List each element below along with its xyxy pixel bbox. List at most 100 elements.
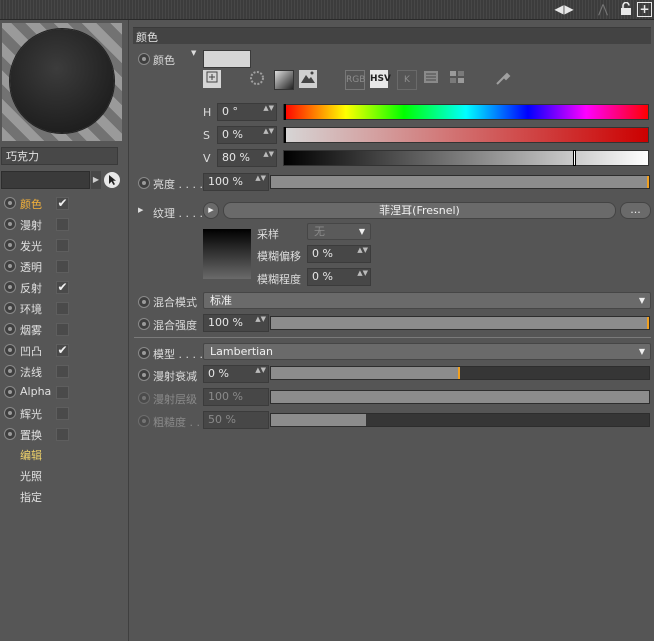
brightness-animate-radio-icon[interactable] bbox=[138, 177, 150, 189]
channel-animate-radio-icon[interactable] bbox=[4, 302, 16, 314]
hue-slider[interactable] bbox=[283, 104, 649, 120]
channel-item[interactable]: 颜色 ✔ bbox=[0, 193, 128, 214]
channel-item[interactable]: 透明 bbox=[0, 256, 128, 277]
pointer-pick-icon[interactable] bbox=[104, 172, 120, 188]
channel-item[interactable]: 发光 bbox=[0, 235, 128, 256]
spectrum-icon[interactable] bbox=[248, 70, 266, 88]
image-icon[interactable] bbox=[299, 70, 317, 88]
up-arrow-icon[interactable]: ⋀ bbox=[596, 2, 610, 16]
color-wheel-tool-icon[interactable] bbox=[203, 70, 221, 88]
channel-search-field[interactable] bbox=[1, 171, 90, 189]
brightness-slider-handle[interactable] bbox=[647, 176, 649, 188]
channel-animate-radio-icon[interactable] bbox=[4, 218, 16, 230]
channel-enable-checkbox[interactable] bbox=[56, 428, 69, 441]
channel-animate-radio-icon[interactable] bbox=[4, 281, 16, 293]
channel-animate-radio-icon[interactable] bbox=[4, 344, 16, 356]
diffuse-falloff-animate-radio-icon[interactable] bbox=[138, 369, 150, 381]
channel-enable-checkbox[interactable] bbox=[56, 302, 69, 315]
model-animate-radio-icon[interactable] bbox=[138, 347, 150, 359]
diffuse-falloff-slider-handle[interactable] bbox=[458, 367, 460, 379]
mix-mode-dropdown[interactable]: 标准 ▼ bbox=[203, 292, 651, 309]
texture-menu-arrow-button[interactable]: ▶ bbox=[203, 202, 219, 219]
channel-animate-radio-icon[interactable] bbox=[4, 407, 16, 419]
color-dropdown-caret-icon[interactable]: ▼ bbox=[191, 49, 196, 57]
saturation-spinner-icon[interactable]: ▲▼ bbox=[263, 127, 274, 135]
channel-enable-checkbox[interactable] bbox=[56, 239, 69, 252]
brightness-spinner-icon[interactable]: ▲▼ bbox=[255, 174, 266, 182]
diffuse-falloff-spinner-icon[interactable]: ▲▼ bbox=[255, 366, 266, 374]
value-slider-handle[interactable] bbox=[573, 150, 577, 166]
mix-strength-field[interactable]: 100 % ▲▼ bbox=[203, 314, 269, 332]
channel-enable-checkbox[interactable]: ✔ bbox=[56, 344, 69, 357]
sidebar-subitem[interactable]: 光照 bbox=[20, 468, 42, 484]
sidebar-subitem[interactable]: 编辑 bbox=[20, 447, 42, 463]
channel-animate-radio-icon[interactable] bbox=[4, 365, 16, 377]
lock-icon[interactable] bbox=[620, 1, 632, 16]
blur-offset-field[interactable]: 0 % ▲▼ bbox=[307, 245, 371, 263]
forward-arrow-icon[interactable]: ▶ bbox=[564, 2, 574, 16]
sidebar-subitem[interactable]: 指定 bbox=[20, 489, 42, 505]
texture-expand-arrow-icon[interactable]: ▶ bbox=[138, 206, 143, 214]
channel-item[interactable]: 置换 bbox=[0, 424, 128, 445]
color-swatch[interactable] bbox=[203, 50, 251, 68]
saturation-slider[interactable] bbox=[283, 127, 649, 143]
texture-more-button[interactable]: ... bbox=[620, 202, 651, 219]
channel-enable-checkbox[interactable] bbox=[56, 323, 69, 336]
diffuse-falloff-slider[interactable] bbox=[270, 366, 650, 380]
channel-enable-checkbox[interactable] bbox=[56, 365, 69, 378]
eyedropper-icon[interactable] bbox=[494, 70, 512, 88]
channel-enable-checkbox[interactable] bbox=[56, 407, 69, 420]
channel-item[interactable]: 反射 ✔ bbox=[0, 277, 128, 298]
saturation-slider-handle[interactable] bbox=[284, 127, 286, 143]
expand-arrow-icon[interactable]: ▶ bbox=[91, 171, 101, 189]
material-preview[interactable] bbox=[2, 23, 122, 141]
back-arrow-icon[interactable]: ◀ bbox=[554, 2, 564, 16]
channel-item[interactable]: 漫射 bbox=[0, 214, 128, 235]
channel-item[interactable]: Alpha bbox=[0, 382, 128, 403]
new-view-plus-icon[interactable]: + bbox=[637, 2, 652, 17]
channel-item[interactable]: 辉光 bbox=[0, 403, 128, 424]
mix-strength-animate-radio-icon[interactable] bbox=[138, 318, 150, 330]
channel-enable-checkbox[interactable]: ✔ bbox=[56, 197, 69, 210]
hue-slider-handle[interactable] bbox=[284, 104, 286, 120]
mixer-icon[interactable] bbox=[422, 70, 440, 88]
model-dropdown[interactable]: Lambertian ▼ bbox=[203, 343, 651, 360]
channel-enable-checkbox[interactable] bbox=[56, 260, 69, 273]
channel-enable-checkbox[interactable]: ✔ bbox=[56, 281, 69, 294]
value-slider[interactable] bbox=[283, 150, 649, 166]
hue-field[interactable]: 0 ° ▲▼ bbox=[217, 103, 277, 121]
channel-item[interactable]: 法线 bbox=[0, 361, 128, 382]
swatches-icon[interactable] bbox=[448, 70, 466, 88]
channel-animate-radio-icon[interactable] bbox=[4, 386, 16, 398]
channel-animate-radio-icon[interactable] bbox=[4, 428, 16, 440]
animate-radio-icon[interactable] bbox=[138, 53, 150, 65]
saturation-field[interactable]: 0 % ▲▼ bbox=[217, 126, 277, 144]
blur-amount-spinner-icon[interactable]: ▲▼ bbox=[357, 269, 368, 277]
channel-item[interactable]: 凹凸 ✔ bbox=[0, 340, 128, 361]
channel-animate-radio-icon[interactable] bbox=[4, 197, 16, 209]
sampling-dropdown[interactable]: 无 ▼ bbox=[307, 223, 371, 240]
channel-animate-radio-icon[interactable] bbox=[4, 323, 16, 335]
value-field[interactable]: 80 % ▲▼ bbox=[217, 149, 277, 167]
brightness-slider[interactable] bbox=[270, 175, 650, 189]
mix-strength-slider[interactable] bbox=[270, 316, 650, 330]
channel-enable-checkbox[interactable] bbox=[56, 218, 69, 231]
material-name-field[interactable]: 巧克力 bbox=[1, 147, 118, 165]
hsv-mode-button[interactable]: HSV bbox=[370, 70, 391, 88]
gradient-icon[interactable] bbox=[274, 70, 294, 90]
blur-offset-spinner-icon[interactable]: ▲▼ bbox=[357, 246, 368, 254]
hue-spinner-icon[interactable]: ▲▼ bbox=[263, 104, 274, 112]
brightness-field[interactable]: 100 % ▲▼ bbox=[203, 173, 269, 191]
texture-shader-button[interactable]: 菲涅耳(Fresnel) bbox=[223, 202, 616, 219]
texture-preview-thumbnail[interactable] bbox=[203, 229, 251, 279]
channel-animate-radio-icon[interactable] bbox=[4, 260, 16, 272]
channel-animate-radio-icon[interactable] bbox=[4, 239, 16, 251]
value-spinner-icon[interactable]: ▲▼ bbox=[263, 150, 274, 158]
channel-enable-checkbox[interactable] bbox=[56, 386, 69, 399]
rgb-mode-button[interactable]: RGB bbox=[345, 70, 365, 90]
kelvin-mode-button[interactable]: K bbox=[397, 70, 417, 90]
mix-strength-spinner-icon[interactable]: ▲▼ bbox=[255, 315, 266, 323]
diffuse-falloff-field[interactable]: 0 % ▲▼ bbox=[203, 365, 269, 383]
channel-item[interactable]: 环境 bbox=[0, 298, 128, 319]
mix-mode-animate-radio-icon[interactable] bbox=[138, 296, 150, 308]
